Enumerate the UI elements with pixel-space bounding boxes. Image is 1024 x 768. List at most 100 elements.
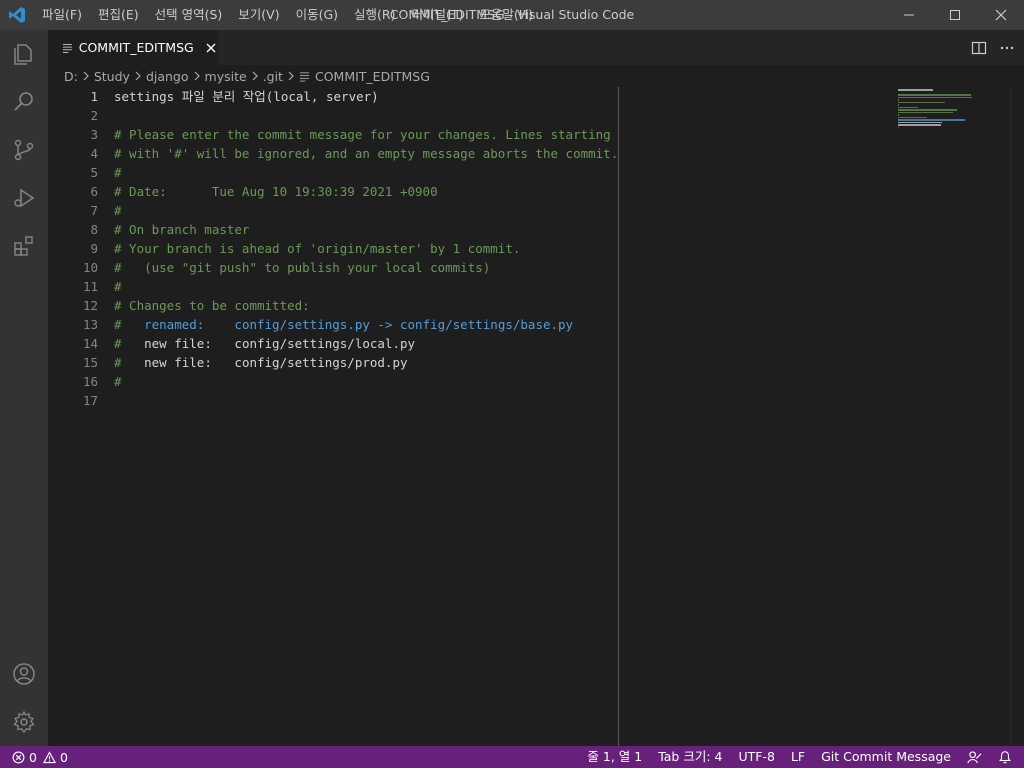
split-editor-icon bbox=[971, 41, 987, 54]
code-text: # bbox=[114, 203, 122, 218]
minimap-line bbox=[898, 89, 934, 91]
code-text: # Changes to be committed: bbox=[114, 298, 310, 313]
more-actions-button[interactable] bbox=[998, 39, 1016, 57]
title-bar: 파일(F) 편집(E) 선택 영역(S) 보기(V) 이동(G) 실행(R) 터미널(T) 도… bbox=[0, 0, 1024, 30]
line-number: 14 bbox=[82, 336, 98, 351]
minimap-line bbox=[898, 116, 927, 118]
cursor-position[interactable]: 줄 1, 열 1 bbox=[579, 746, 650, 768]
problems-indicator[interactable]: 0 0 bbox=[0, 750, 68, 765]
settings-gear-icon bbox=[13, 710, 35, 734]
explorer-icon bbox=[14, 44, 32, 65]
line-number: 8 bbox=[90, 222, 98, 237]
chevron-right-icon bbox=[286, 71, 296, 81]
error-icon bbox=[12, 751, 25, 763]
status-right: 줄 1, 열 1 Tab 크기: 4 UTF-8 LF Git Commit M… bbox=[579, 746, 1024, 768]
notifications-button[interactable] bbox=[990, 746, 1024, 768]
source-control-button[interactable] bbox=[0, 126, 48, 174]
settings-button[interactable] bbox=[0, 698, 48, 746]
close-window-button[interactable] bbox=[978, 0, 1024, 30]
code-text: # (use "git push" to publish your local … bbox=[114, 260, 491, 275]
chevron-right-icon bbox=[250, 71, 260, 81]
breadcrumb-item[interactable]: .git bbox=[263, 69, 283, 84]
code-line: # bbox=[114, 372, 618, 391]
feedback-button[interactable] bbox=[959, 746, 990, 768]
tab-label: COMMIT_EDITMSG bbox=[78, 40, 194, 55]
code-text: new file: config/settings/prod.py bbox=[144, 355, 408, 370]
code-line: # new file: config/settings/prod.py bbox=[114, 353, 618, 372]
close-tab-button[interactable] bbox=[204, 40, 218, 56]
language-mode[interactable]: Git Commit Message bbox=[813, 746, 959, 768]
search-button[interactable] bbox=[0, 78, 48, 126]
menu-item[interactable]: 도움말(H) bbox=[471, 0, 541, 30]
window-controls bbox=[886, 0, 1024, 30]
code-area[interactable]: settings 파일 분리 작업(local, server) # Please… bbox=[114, 87, 618, 410]
breadcrumb-item[interactable]: D: bbox=[64, 69, 78, 84]
code-text: # On branch master bbox=[114, 222, 250, 237]
line-number: 15 bbox=[82, 355, 98, 370]
menu-item[interactable]: 이동(G) bbox=[288, 0, 346, 30]
comment-prefix: # bbox=[114, 317, 145, 332]
minimize-icon bbox=[904, 14, 914, 16]
chevron-right-icon bbox=[133, 71, 143, 81]
vertical-scrollbar[interactable] bbox=[1010, 87, 1024, 746]
comment-prefix: # bbox=[114, 355, 145, 370]
line-number: 5 bbox=[90, 165, 98, 180]
search-icon bbox=[14, 92, 33, 111]
close-icon bbox=[995, 9, 1007, 21]
explorer-button[interactable] bbox=[0, 30, 48, 78]
breadcrumb-item[interactable]: mysite bbox=[205, 69, 247, 84]
minimap-line bbox=[898, 109, 958, 111]
account-button[interactable] bbox=[0, 650, 48, 698]
code-line: # renamed: config/settings.py -> config/… bbox=[114, 315, 618, 334]
tab-bar: COMMIT_EDITMSG bbox=[48, 30, 1024, 65]
menu-item[interactable]: 터미널(T) bbox=[404, 0, 472, 30]
editor[interactable]: 1 2 3 4 5 6 7 8 9 10 11 12 13 14 15 16 17 settings 파일 분리… bbox=[48, 87, 1024, 746]
code-line: # bbox=[114, 201, 618, 220]
menu-item[interactable]: 편집(E) bbox=[90, 0, 147, 30]
line-number: 10 bbox=[82, 260, 98, 275]
line-number: 17 bbox=[82, 393, 98, 408]
code-text: renamed: config/settings.py -> config/se… bbox=[144, 317, 574, 332]
menu-item[interactable]: 보기(V) bbox=[230, 0, 287, 30]
extensions-button[interactable] bbox=[0, 222, 48, 270]
line-number: 2 bbox=[90, 108, 98, 123]
feedback-icon bbox=[967, 750, 982, 763]
bell-icon bbox=[999, 751, 1011, 764]
line-number: 1 bbox=[90, 89, 98, 104]
line-number: 13 bbox=[82, 317, 98, 332]
run-debug-button[interactable] bbox=[0, 174, 48, 222]
breadcrumb-item[interactable]: COMMIT_EDITMSG bbox=[315, 69, 430, 84]
warning-icon bbox=[42, 750, 56, 763]
minimap-line bbox=[898, 114, 900, 116]
code-line: # with '#' will be ignored, and an empty… bbox=[114, 144, 618, 163]
maximize-button[interactable] bbox=[932, 0, 978, 30]
minimap-line bbox=[898, 124, 941, 126]
minimap-line bbox=[898, 104, 900, 106]
breadcrumb-item[interactable]: django bbox=[146, 69, 189, 84]
end-of-line[interactable]: LF bbox=[783, 746, 813, 768]
tab-commit-editmsg[interactable]: COMMIT_EDITMSG bbox=[48, 30, 218, 65]
minimap-line bbox=[898, 96, 972, 98]
minimap-line bbox=[898, 99, 900, 101]
error-count: 0 bbox=[29, 749, 37, 765]
tab-size[interactable]: Tab 크기: 4 bbox=[650, 746, 730, 768]
encoding[interactable]: UTF-8 bbox=[730, 746, 782, 768]
breadcrumb-item[interactable]: Study bbox=[94, 69, 130, 84]
split-editor-button[interactable] bbox=[970, 39, 988, 57]
minimize-button[interactable] bbox=[886, 0, 932, 30]
menu-bar: 파일(F) 편집(E) 선택 영역(S) 보기(V) 이동(G) 실행(R) 터미널(T) 도… bbox=[34, 0, 541, 30]
menu-item[interactable]: 실행(R) bbox=[346, 0, 403, 30]
code-line: settings 파일 분리 작업(local, server) bbox=[114, 87, 618, 106]
code-text: # bbox=[114, 165, 122, 180]
menu-item[interactable]: 선택 영역(S) bbox=[147, 0, 231, 30]
minimap-line bbox=[898, 94, 971, 96]
code-line: # new file: config/settings/local.py bbox=[114, 334, 618, 353]
minimap[interactable] bbox=[898, 87, 1010, 746]
line-number: 3 bbox=[90, 127, 98, 142]
menu-item[interactable]: 파일(F) bbox=[34, 0, 90, 30]
minimap-line bbox=[898, 121, 942, 123]
code-text: # with '#' will be ignored, and an empty… bbox=[114, 146, 619, 161]
code-text: # bbox=[114, 374, 122, 389]
